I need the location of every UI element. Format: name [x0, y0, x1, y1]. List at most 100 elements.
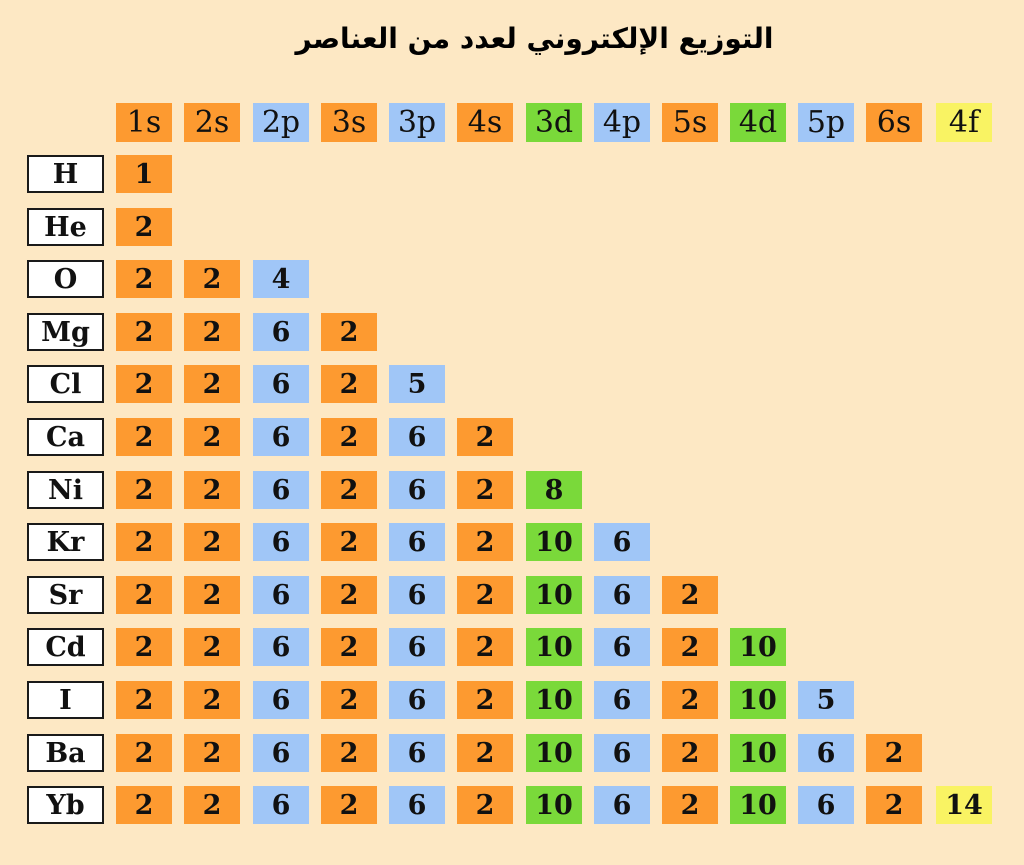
electron-count-Ba-3d: 10 — [526, 734, 582, 772]
electron-count-Mg-2s: 2 — [184, 313, 240, 351]
electron-count-Cd-2s: 2 — [184, 628, 240, 666]
page-title: التوزيع الإلكتروني لعدد من العناصر — [295, 22, 774, 55]
electron-count-Ca-3p: 6 — [389, 418, 445, 456]
electron-count-Ni-2p: 6 — [253, 471, 309, 509]
electron-count-Mg-1s: 2 — [116, 313, 172, 351]
element-label-Ni: Ni — [27, 471, 104, 509]
electron-count-Sr-2p: 6 — [253, 576, 309, 614]
electron-count-Cd-3p: 6 — [389, 628, 445, 666]
electron-count-Yb-5p: 6 — [798, 786, 854, 824]
element-label-Cl: Cl — [27, 365, 104, 403]
electron-count-Sr-4s: 2 — [457, 576, 513, 614]
electron-count-Ca-3s: 2 — [321, 418, 377, 456]
electron-count-Cd-3d: 10 — [526, 628, 582, 666]
electron-count-Sr-3d: 10 — [526, 576, 582, 614]
orbital-header-3s: 3s — [321, 103, 377, 142]
electron-count-Cd-2p: 6 — [253, 628, 309, 666]
electron-count-I-3s: 2 — [321, 681, 377, 719]
electron-count-I-4p: 6 — [594, 681, 650, 719]
element-label-Kr: Kr — [27, 523, 104, 561]
electron-count-Cl-1s: 2 — [116, 365, 172, 403]
electron-count-Ca-2p: 6 — [253, 418, 309, 456]
element-label-Ba: Ba — [27, 734, 104, 772]
electron-count-Ni-4s: 2 — [457, 471, 513, 509]
electron-count-Cl-2p: 6 — [253, 365, 309, 403]
electron-count-Sr-5s: 2 — [662, 576, 718, 614]
electron-count-Ba-5s: 2 — [662, 734, 718, 772]
electron-count-Ba-6s: 2 — [866, 734, 922, 772]
electron-count-Cl-3p: 5 — [389, 365, 445, 403]
orbital-header-3d: 3d — [526, 103, 582, 142]
electron-count-Yb-3d: 10 — [526, 786, 582, 824]
electron-count-Ni-3d: 8 — [526, 471, 582, 509]
electron-count-Kr-3s: 2 — [321, 523, 377, 561]
electron-count-Kr-4s: 2 — [457, 523, 513, 561]
element-label-Sr: Sr — [27, 576, 104, 614]
electron-count-Yb-4f: 14 — [936, 786, 992, 824]
electron-count-I-2s: 2 — [184, 681, 240, 719]
electron-count-Cd-3s: 2 — [321, 628, 377, 666]
electron-count-Ca-4s: 2 — [457, 418, 513, 456]
electron-count-I-3p: 6 — [389, 681, 445, 719]
element-label-Cd: Cd — [27, 628, 104, 666]
electron-count-Ba-5p: 6 — [798, 734, 854, 772]
element-label-O: O — [27, 260, 104, 298]
orbital-header-2s: 2s — [184, 103, 240, 142]
electron-count-Ba-2s: 2 — [184, 734, 240, 772]
orbital-header-4f: 4f — [936, 103, 992, 142]
electron-count-I-4d: 10 — [730, 681, 786, 719]
electron-count-Cl-2s: 2 — [184, 365, 240, 403]
electron-count-Sr-3p: 6 — [389, 576, 445, 614]
orbital-header-5p: 5p — [798, 103, 854, 142]
element-label-Mg: Mg — [27, 313, 104, 351]
electron-count-Yb-4s: 2 — [457, 786, 513, 824]
electron-count-Ni-3p: 6 — [389, 471, 445, 509]
electron-count-Sr-1s: 2 — [116, 576, 172, 614]
orbital-header-1s: 1s — [116, 103, 172, 142]
electron-count-Cd-1s: 2 — [116, 628, 172, 666]
electron-count-Kr-3d: 10 — [526, 523, 582, 561]
electron-count-Kr-4p: 6 — [594, 523, 650, 561]
element-label-I: I — [27, 681, 104, 719]
electron-count-Cl-3s: 2 — [321, 365, 377, 403]
electron-count-Sr-3s: 2 — [321, 576, 377, 614]
electron-count-Ni-2s: 2 — [184, 471, 240, 509]
orbital-header-4d: 4d — [730, 103, 786, 142]
electron-count-I-4s: 2 — [457, 681, 513, 719]
electron-count-Yb-2p: 6 — [253, 786, 309, 824]
electron-count-Mg-2p: 6 — [253, 313, 309, 351]
electron-count-Ca-2s: 2 — [184, 418, 240, 456]
orbital-header-2p: 2p — [253, 103, 309, 142]
electron-count-Kr-2s: 2 — [184, 523, 240, 561]
electron-count-Kr-1s: 2 — [116, 523, 172, 561]
electron-count-I-5p: 5 — [798, 681, 854, 719]
electron-count-Ni-3s: 2 — [321, 471, 377, 509]
electron-count-O-2p: 4 — [253, 260, 309, 298]
orbital-header-4s: 4s — [457, 103, 513, 142]
orbital-header-6s: 6s — [866, 103, 922, 142]
electron-count-Yb-6s: 2 — [866, 786, 922, 824]
electron-count-Yb-4d: 10 — [730, 786, 786, 824]
electron-count-Ba-3p: 6 — [389, 734, 445, 772]
electron-count-Yb-5s: 2 — [662, 786, 718, 824]
electron-count-O-2s: 2 — [184, 260, 240, 298]
element-label-H: H — [27, 155, 104, 193]
electron-count-I-2p: 6 — [253, 681, 309, 719]
electron-count-I-3d: 10 — [526, 681, 582, 719]
electron-count-Ba-4d: 10 — [730, 734, 786, 772]
electron-count-Kr-2p: 6 — [253, 523, 309, 561]
electron-count-Ba-4s: 2 — [457, 734, 513, 772]
electron-count-Ba-2p: 6 — [253, 734, 309, 772]
element-label-Yb: Yb — [27, 786, 104, 824]
electron-count-Yb-3p: 6 — [389, 786, 445, 824]
electron-count-O-1s: 2 — [116, 260, 172, 298]
electron-count-Sr-2s: 2 — [184, 576, 240, 614]
element-label-Ca: Ca — [27, 418, 104, 456]
electron-count-H-1s: 1 — [116, 155, 172, 193]
electron-count-Yb-3s: 2 — [321, 786, 377, 824]
orbital-header-4p: 4p — [594, 103, 650, 142]
orbital-header-3p: 3p — [389, 103, 445, 142]
orbital-header-5s: 5s — [662, 103, 718, 142]
electron-count-Cd-4s: 2 — [457, 628, 513, 666]
electron-count-Yb-4p: 6 — [594, 786, 650, 824]
